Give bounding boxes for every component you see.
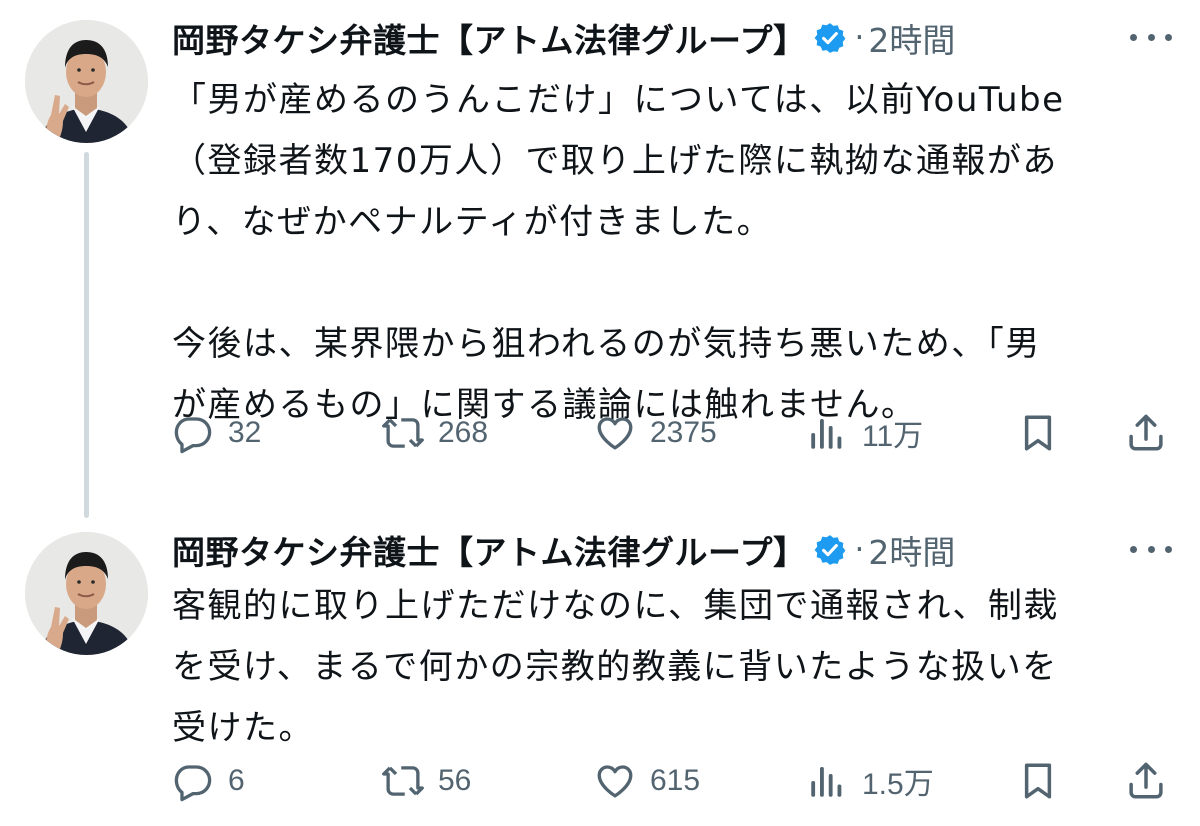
views-button[interactable]: 11万 [806,408,923,458]
share-icon [1125,412,1167,454]
avatar[interactable] [25,532,148,655]
reply-button[interactable]: 6 [172,756,245,806]
tweet-timestamp[interactable]: 2時間 [868,14,955,62]
verified-badge-icon[interactable] [813,533,847,567]
view-count: 1.5万 [862,768,934,801]
author-name[interactable]: 岡野タケシ弁護士【アトム法律グループ】 [172,14,807,62]
reply-icon [172,412,214,454]
header-separator: · [854,20,865,56]
tweet[interactable]: 岡野タケシ弁護士【アトム法律グループ】 · 2時間 客観的に取り上げただけなのに… [0,512,1200,826]
reply-count: 32 [228,416,262,449]
repost-count: 268 [438,416,489,449]
reply-count: 6 [228,764,245,797]
views-icon [806,412,848,454]
share-button[interactable] [1125,408,1167,458]
bookmark-icon [1017,412,1059,454]
views-button[interactable]: 1.5万 [806,756,934,806]
author-name[interactable]: 岡野タケシ弁護士【アトム法律グループ】 [172,526,807,574]
verified-badge-icon[interactable] [813,21,847,55]
more-options-icon[interactable] [1130,532,1172,566]
tweet-timestamp[interactable]: 2時間 [868,526,955,574]
bookmark-button[interactable] [1017,408,1059,458]
share-button[interactable] [1125,756,1167,806]
action-bar: 6 56 615 1.5万 [172,756,1172,806]
repost-icon [382,412,424,454]
heart-icon [594,760,636,802]
bookmark-button[interactable] [1017,756,1059,806]
repost-button[interactable]: 56 [382,756,471,806]
avatar[interactable] [25,20,148,143]
reply-icon [172,760,214,802]
like-button[interactable]: 2375 [594,408,717,458]
tweet-thread: 岡野タケシ弁護士【アトム法律グループ】 · 2時間 「男が産めるのうんこだけ」に… [0,0,1200,826]
repost-count: 56 [438,764,472,797]
action-bar: 32 268 2375 11万 [172,408,1172,458]
header-separator: · [854,532,865,568]
like-count: 615 [650,764,701,797]
tweet[interactable]: 岡野タケシ弁護士【アトム法律グループ】 · 2時間 「男が産めるのうんこだけ」に… [0,0,1200,500]
like-count: 2375 [650,416,717,449]
share-icon [1125,760,1167,802]
reply-button[interactable]: 32 [172,408,261,458]
heart-icon [594,412,636,454]
like-button[interactable]: 615 [594,756,700,806]
tweet-text: 「男が産めるのうんこだけ」については、以前YouTube （登録者数170万人）… [172,80,1065,425]
repost-button[interactable]: 268 [382,408,488,458]
tweet-header: 岡野タケシ弁護士【アトム法律グループ】 · 2時間 [172,14,955,62]
repost-icon [382,760,424,802]
tweet-text: 客観的に取り上げただけなのに、集団で通報され、制裁 を受け、まるで何かの宗教的教… [172,586,1059,748]
more-options-icon[interactable] [1130,20,1172,54]
views-icon [806,760,848,802]
tweet-header: 岡野タケシ弁護士【アトム法律グループ】 · 2時間 [172,526,955,574]
view-count: 11万 [862,420,924,453]
bookmark-icon [1017,760,1059,802]
